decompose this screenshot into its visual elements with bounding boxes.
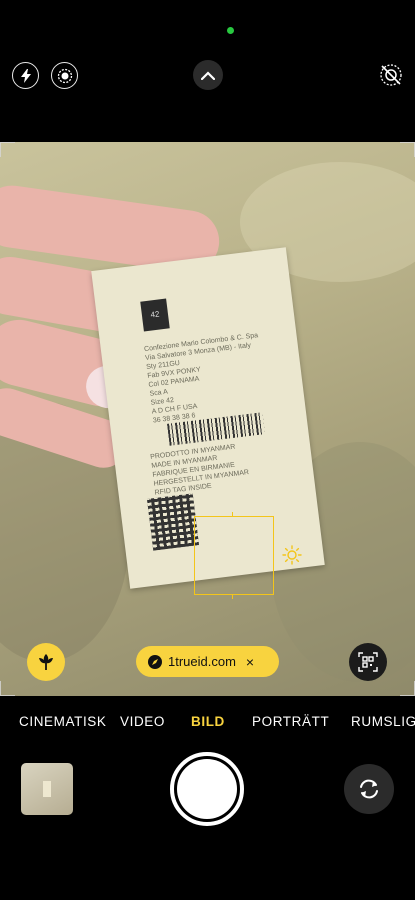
switch-camera-button[interactable] bbox=[344, 764, 394, 814]
size-tag: 42 bbox=[140, 298, 170, 332]
mode-photo[interactable]: BILD bbox=[191, 714, 225, 729]
camera-mode-selector: CINEMATISK VIDEO BILD PORTRÄTT RUMSLIG bbox=[0, 714, 415, 734]
chevron-up-icon bbox=[201, 70, 215, 80]
show-controls-button[interactable] bbox=[193, 60, 223, 90]
live-off-icon bbox=[380, 64, 402, 86]
live-photo-button[interactable] bbox=[51, 62, 78, 89]
frame-corner bbox=[0, 142, 15, 157]
qr-scan-button[interactable] bbox=[349, 643, 387, 681]
top-bar bbox=[0, 0, 415, 142]
qr-code-icon bbox=[358, 652, 378, 672]
mode-cinematic[interactable]: CINEMATISK bbox=[19, 714, 107, 729]
frame-corner bbox=[400, 681, 415, 696]
macro-button[interactable] bbox=[27, 643, 65, 681]
mode-video[interactable]: VIDEO bbox=[120, 714, 165, 729]
close-icon[interactable]: × bbox=[246, 654, 254, 670]
last-photo-thumbnail[interactable] bbox=[21, 763, 73, 815]
live-off-button[interactable] bbox=[376, 60, 406, 90]
compass-icon bbox=[148, 654, 162, 669]
shutter-inner bbox=[177, 759, 237, 819]
shutter-button[interactable] bbox=[170, 752, 244, 826]
thumbnail-image bbox=[43, 781, 51, 797]
frame-corner bbox=[400, 142, 415, 157]
flower-icon bbox=[39, 654, 53, 670]
camera-in-use-indicator bbox=[227, 27, 234, 34]
qr-link-pill[interactable]: 1trueid.com × bbox=[136, 646, 279, 677]
exposure-sun-icon[interactable] bbox=[282, 545, 302, 565]
frame-corner bbox=[0, 681, 15, 696]
qr-link-text: 1trueid.com bbox=[168, 654, 236, 669]
focus-box bbox=[194, 512, 274, 599]
mode-portrait[interactable]: PORTRÄTT bbox=[252, 714, 329, 729]
live-photo-icon bbox=[57, 68, 72, 83]
label-qr-code bbox=[147, 493, 199, 551]
flash-icon bbox=[20, 68, 31, 83]
mode-spatial[interactable]: RUMSLIG bbox=[351, 714, 415, 729]
flash-button[interactable] bbox=[12, 62, 39, 89]
rotate-camera-icon bbox=[360, 779, 378, 799]
